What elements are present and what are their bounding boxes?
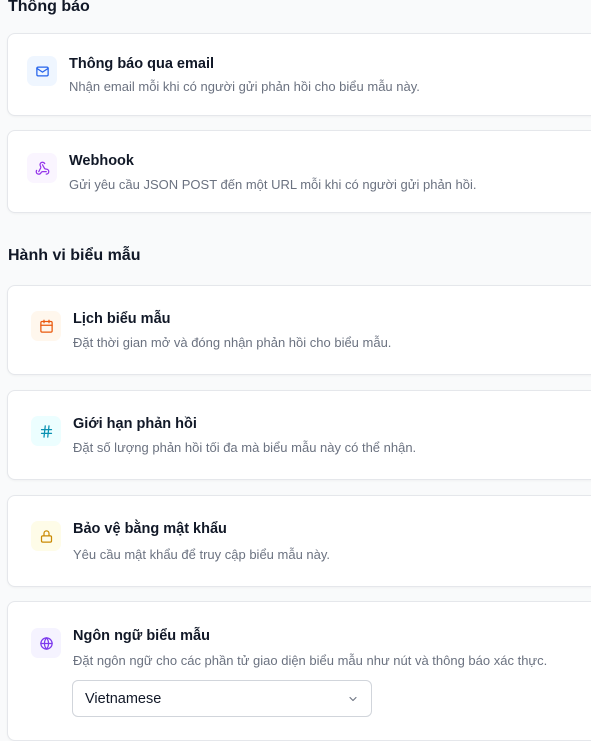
lock-icon (31, 521, 61, 551)
response-limit-title: Giới hạn phản hồi (73, 416, 197, 432)
mail-icon (27, 56, 57, 86)
email-notification-title: Thông báo qua email (69, 56, 215, 72)
password-protection-card[interactable]: Bảo vệ bằng mật khẩu Yêu cầu mật khẩu để… (7, 495, 591, 587)
response-limit-card[interactable]: Giới hạn phản hồi Đặt số lượng phản hồi … (7, 390, 591, 480)
form-language-description: Đặt ngôn ngữ cho các phần tử giao diện b… (73, 653, 548, 668)
webhook-card[interactable]: Webhook Gửi yêu cầu JSON POST đến một UR… (7, 130, 591, 213)
webhook-description: Gửi yêu cầu JSON POST đến một URL mỗi kh… (69, 177, 477, 192)
webhook-title: Webhook (69, 153, 134, 169)
language-select[interactable]: Vietnamese (72, 680, 372, 717)
response-limit-description: Đặt số lượng phản hồi tối đa mà biểu mẫu… (73, 440, 417, 455)
notifications-section-title: Thông báo (8, 0, 90, 15)
calendar-icon (31, 311, 61, 341)
globe-icon (31, 628, 61, 658)
behavior-section-title: Hành vi biểu mẫu (8, 247, 141, 264)
hash-icon (31, 416, 61, 446)
email-notification-card[interactable]: Thông báo qua email Nhận email mỗi khi c… (7, 33, 591, 116)
webhook-icon (27, 153, 57, 183)
form-schedule-description: Đặt thời gian mở và đóng nhận phản hồi c… (73, 335, 392, 350)
email-notification-description: Nhận email mỗi khi có người gửi phản hồi… (69, 79, 420, 94)
language-select-value: Vietnamese (85, 690, 162, 707)
password-protection-description: Yêu cầu mật khẩu để truy cập biểu mẫu nà… (73, 547, 331, 562)
password-protection-title: Bảo vệ bằng mật khẩu (73, 521, 227, 537)
form-language-card: Ngôn ngữ biểu mẫu Đặt ngôn ngữ cho các p… (7, 601, 591, 741)
form-schedule-title: Lịch biểu mẫu (73, 311, 171, 327)
form-language-title: Ngôn ngữ biểu mẫu (73, 628, 210, 644)
chevron-down-icon (349, 696, 357, 701)
form-schedule-card[interactable]: Lịch biểu mẫu Đặt thời gian mở và đóng n… (7, 285, 591, 375)
